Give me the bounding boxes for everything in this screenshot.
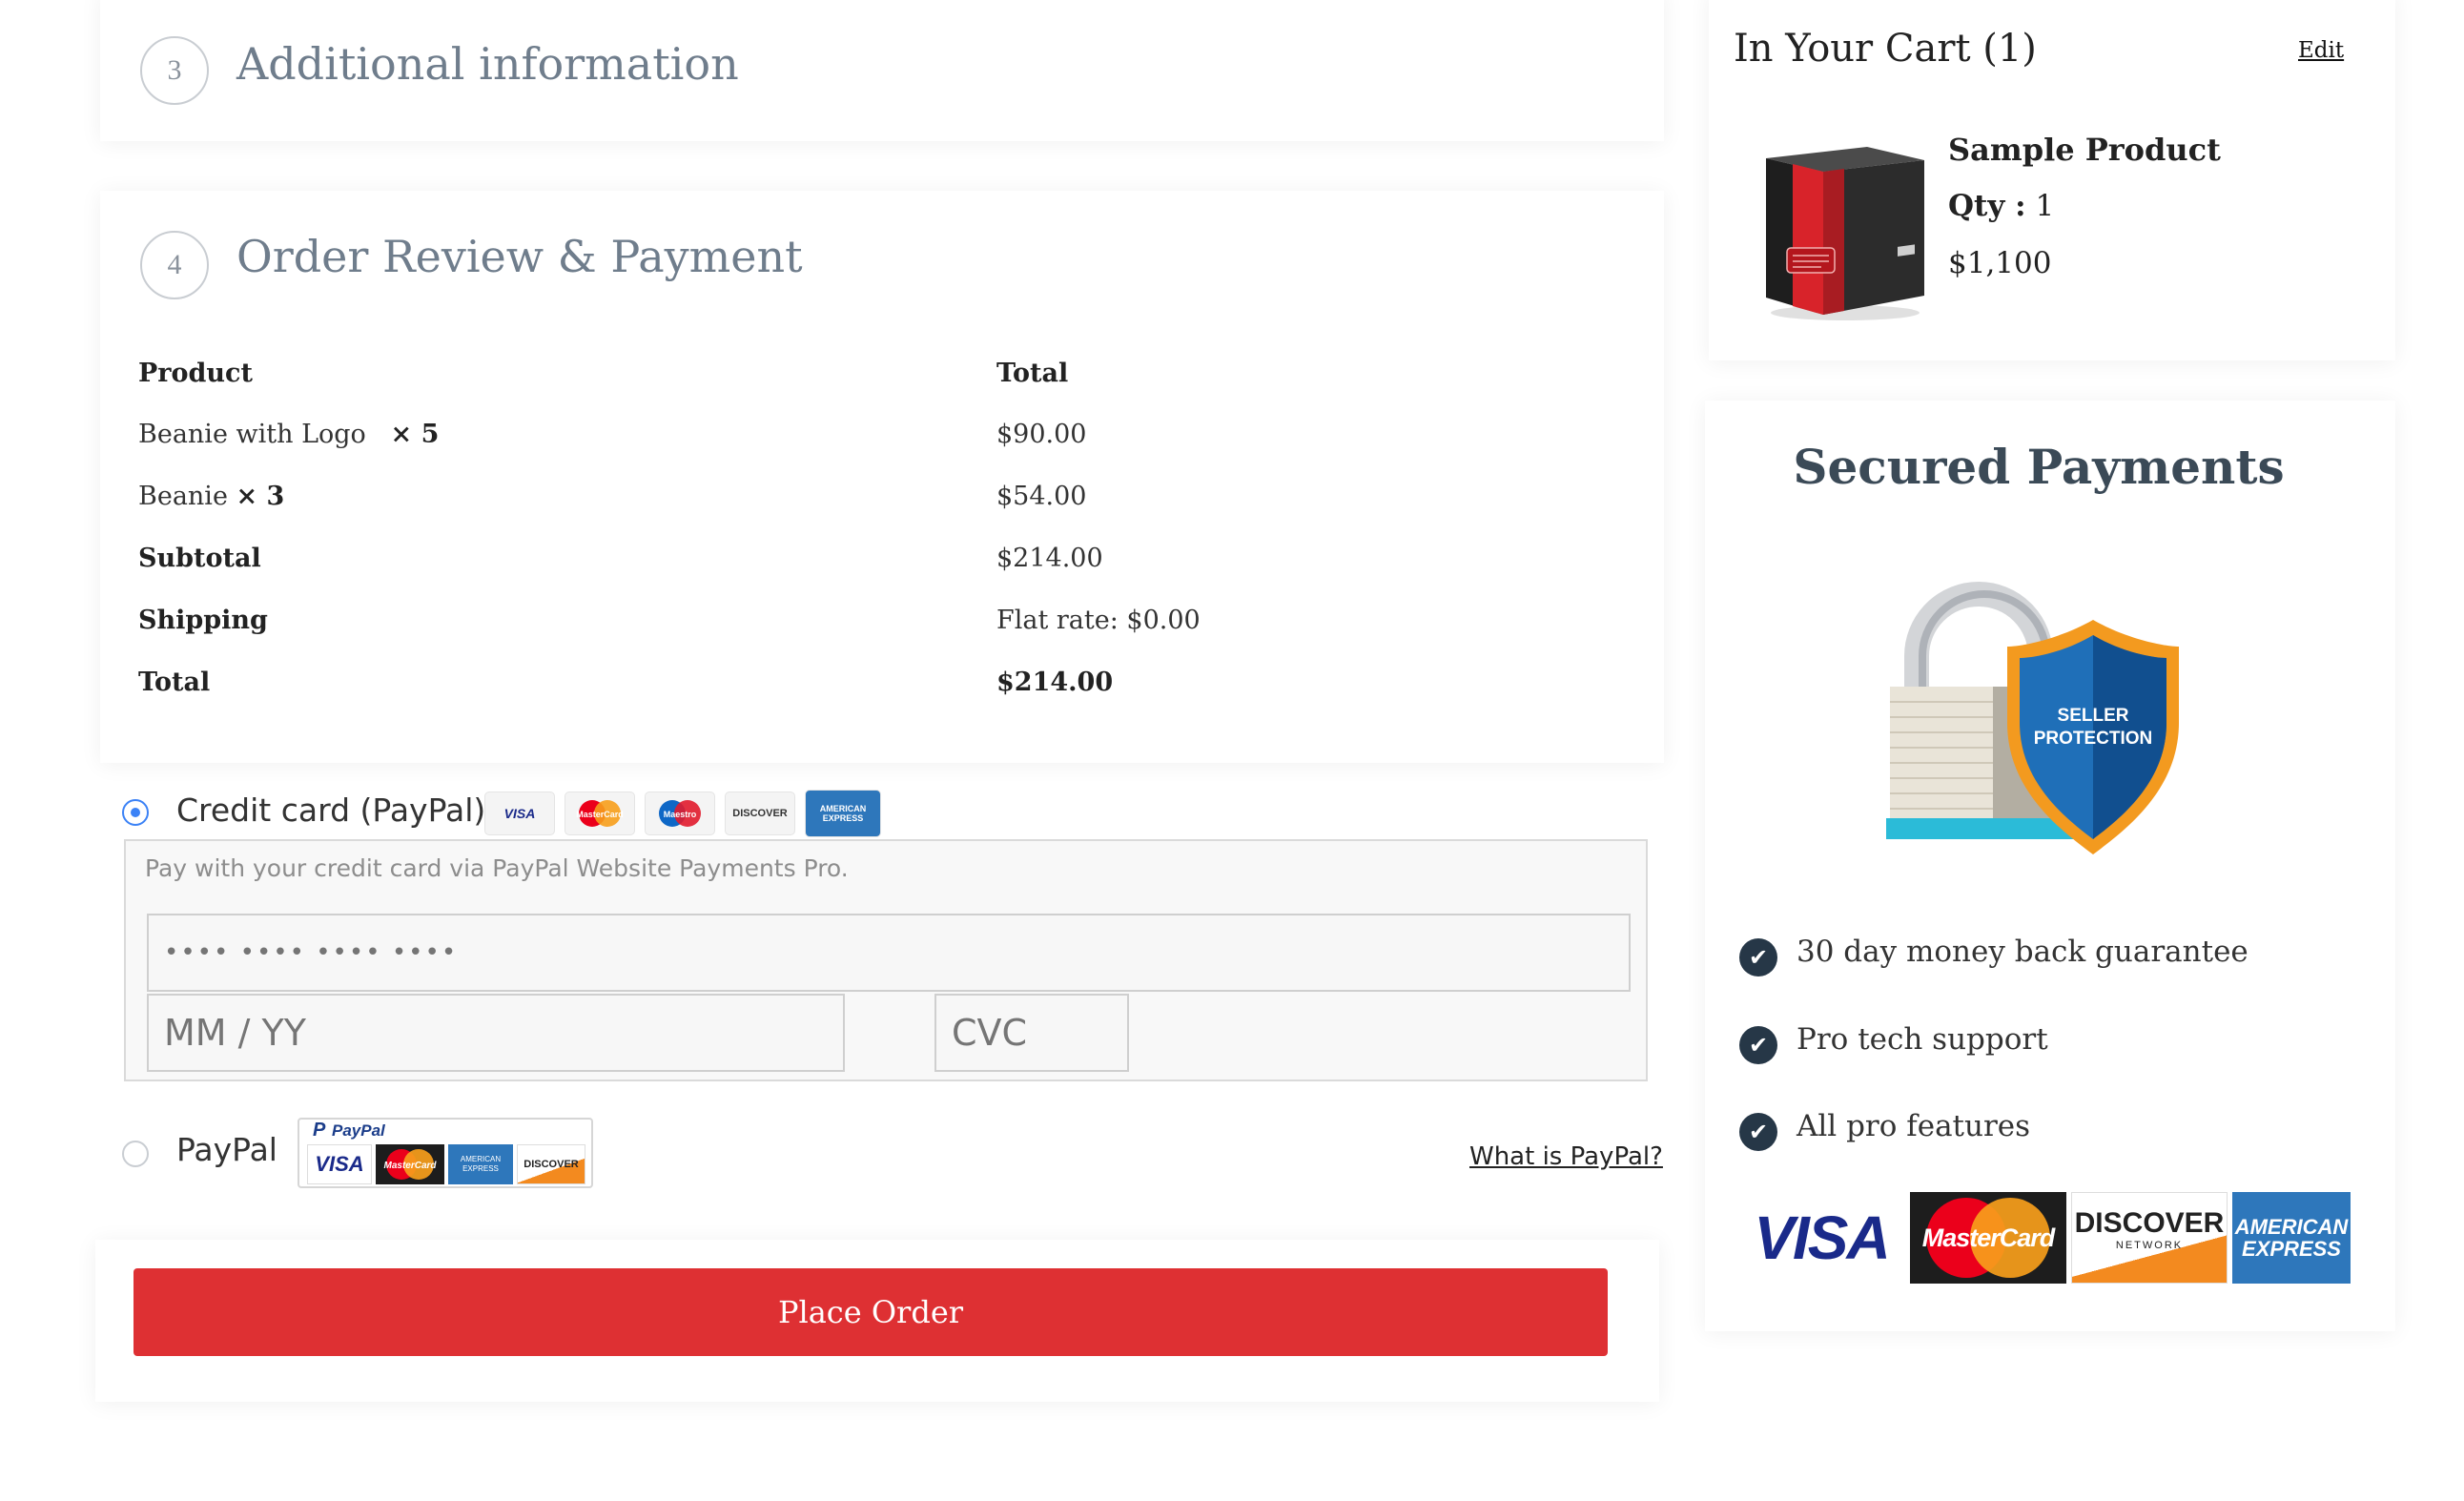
cvc-input[interactable] (934, 994, 1129, 1072)
line-item-name: Beanie with Logo × 5 (138, 420, 440, 449)
product-header: Product (138, 359, 253, 388)
discover-logo: DISCOVER NETWORK (2071, 1192, 2228, 1284)
line-item-name: Beanie × 3 (138, 482, 285, 511)
svg-text:Maestro: Maestro (664, 810, 697, 819)
mastercard-card-icon: MasterCard (376, 1144, 444, 1184)
line-item-total: $54.00 (996, 482, 1087, 511)
line-item-total: $90.00 (996, 420, 1087, 449)
mastercard-card-icon: MasterCard (565, 792, 635, 835)
discover-wordmark: DISCOVER (2074, 1207, 2225, 1239)
amex-logo: AMERICAN EXPRESS (2232, 1192, 2351, 1284)
place-order-button[interactable]: Place Order (133, 1268, 1608, 1356)
additional-information-card: 3 Additional information (100, 0, 1664, 141)
mastercard-logo: MasterCard (1910, 1192, 2066, 1284)
svg-text:SELLER: SELLER (2058, 706, 2129, 726)
svg-text:MasterCard: MasterCard (576, 810, 624, 819)
secured-payments-title: Secured Payments (1793, 439, 2285, 495)
credit-card-form: Pay with your credit card via PayPal Web… (124, 839, 1648, 1081)
discover-card-icon: DISCOVER (517, 1144, 585, 1184)
cart-product-qty: Qty : 1 (1948, 189, 2055, 223)
order-review-title: Order Review & Payment (236, 231, 803, 282)
check-circle-icon: ✔ (1739, 938, 1777, 977)
table-header-row: Product Total (138, 359, 1626, 406)
shipping-row: Shipping Flat rate: $0.00 (138, 606, 1626, 653)
discover-network-text: NETWORK (2115, 1240, 2184, 1251)
total-value: $214.00 (996, 668, 1114, 697)
visa-card-icon: VISA (484, 792, 555, 835)
visa-logo: VISA (1754, 1203, 1890, 1272)
paypal-acceptance-badge: PayPal P VISA MasterCard AMERICAN EXPRES… (298, 1118, 593, 1188)
paypal-p-icon: P (313, 1120, 326, 1141)
subtotal-label: Subtotal (138, 544, 261, 573)
discover-card-icon: DISCOVER (725, 792, 795, 835)
amex-card-icon: AMERICAN EXPRESS (448, 1144, 513, 1184)
product-thumbnail[interactable] (1755, 134, 1936, 324)
check-circle-icon: ✔ (1739, 1113, 1777, 1151)
table-row: Beanie × 3 $54.00 (138, 482, 1626, 529)
expiry-input[interactable] (147, 994, 845, 1072)
cart-edit-link[interactable]: Edit (2298, 38, 2344, 63)
svg-text:MasterCard: MasterCard (1922, 1223, 2056, 1252)
additional-information-title[interactable]: Additional information (236, 38, 739, 90)
card-number-input[interactable] (147, 914, 1631, 992)
credit-card-label[interactable]: Credit card (PayPal) (176, 792, 485, 829)
table-row: Beanie with Logo × 5 $90.00 (138, 420, 1626, 467)
step-number-4: 4 (140, 231, 209, 299)
subtotal-value: $214.00 (996, 544, 1103, 573)
cart-product-name[interactable]: Sample Product (1948, 132, 2221, 168)
shipping-value: Flat rate: $0.00 (996, 606, 1201, 635)
what-is-paypal-link[interactable]: What is PayPal? (1469, 1142, 1663, 1171)
total-header: Total (996, 359, 1069, 388)
shipping-label: Shipping (138, 606, 268, 635)
paypal-radio[interactable] (122, 1141, 149, 1167)
paypal-label[interactable]: PayPal (176, 1131, 277, 1168)
feature-text: Pro tech support (1797, 1022, 2048, 1057)
total-row: Total $214.00 (138, 668, 1626, 715)
svg-text:PROTECTION: PROTECTION (2034, 729, 2153, 749)
check-circle-icon: ✔ (1739, 1026, 1777, 1064)
step-number-3: 3 (140, 36, 209, 105)
paypal-logo-text: PayPal (332, 1121, 385, 1140)
feature-text: All pro features (1797, 1109, 2031, 1143)
cart-title: In Your Cart (1) (1734, 27, 2037, 71)
visa-card-icon: VISA (307, 1144, 372, 1184)
feature-text: 30 day money back guarantee (1797, 935, 2248, 969)
credit-card-description: Pay with your credit card via PayPal Web… (145, 854, 849, 882)
maestro-card-icon: Maestro (645, 792, 715, 835)
total-label: Total (138, 668, 211, 697)
subtotal-row: Subtotal $214.00 (138, 544, 1626, 591)
seller-protection-graphic: SELLER PROTECTION (1879, 580, 2212, 866)
svg-text:MasterCard: MasterCard (383, 1161, 437, 1171)
amex-card-icon: AMERICAN EXPRESS (805, 790, 881, 837)
credit-card-radio[interactable] (122, 799, 149, 826)
cart-product-price: $1,100 (1948, 246, 2052, 280)
